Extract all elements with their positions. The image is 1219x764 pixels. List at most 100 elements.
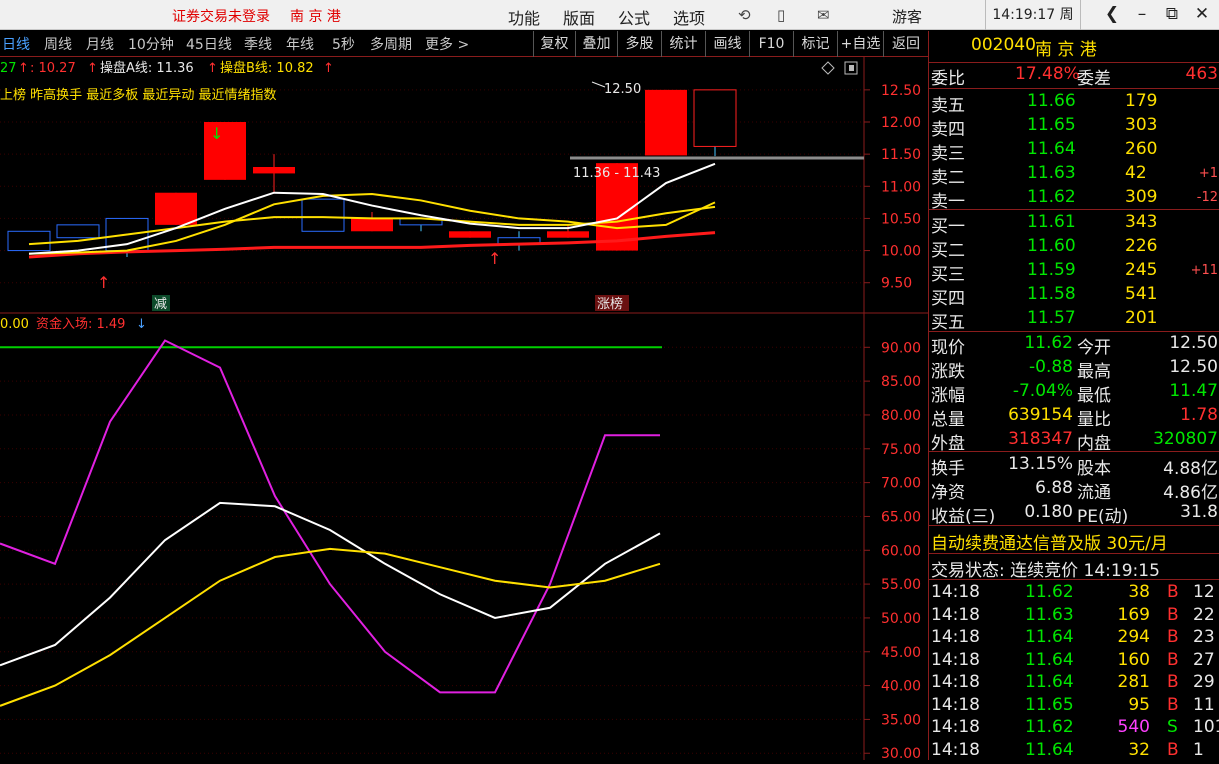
- fund-label: 换手: [931, 459, 965, 479]
- tick-price: 11.62: [1025, 717, 1074, 737]
- tab-quarter[interactable]: 季线: [244, 34, 272, 54]
- bid-price: 11.57: [1027, 308, 1076, 328]
- fund-value: 6.88: [1035, 478, 1073, 498]
- tick-volume: 160: [1117, 649, 1150, 670]
- bid-row: 买五 11.57 201: [929, 308, 1219, 333]
- stat-label-2: 最低: [1077, 386, 1111, 406]
- stat-value: -0.88: [1029, 357, 1073, 377]
- fund-label-2: 股本: [1077, 459, 1111, 479]
- osc-value: 0.00: [0, 317, 29, 332]
- tab-monthly[interactable]: 月线: [86, 34, 114, 54]
- ask-row: 卖一 11.62 309 -12: [929, 187, 1219, 212]
- tab-weekly[interactable]: 周线: [44, 34, 72, 54]
- tab-10min[interactable]: 10分钟: [128, 34, 174, 54]
- tool-f10[interactable]: F10: [749, 31, 793, 57]
- close-icon[interactable]: ✕: [1190, 4, 1214, 24]
- title-bar: 证券交易未登录 南 京 港 功能 版面 公式 选项 ⟲ ▯ ✉ 游客 14:19…: [0, 0, 1219, 53]
- osc-tick-label: 30.00: [881, 746, 921, 760]
- tab-more[interactable]: 更多 >: [425, 34, 469, 54]
- fund-value: 13.15%: [1008, 454, 1073, 474]
- tool-adjust[interactable]: 复权: [533, 31, 575, 57]
- bid-label: 买二: [931, 241, 965, 261]
- price-tick-label: 12.50: [881, 83, 921, 99]
- osc-yellow-line: [0, 547, 661, 707]
- menu-function[interactable]: 功能: [508, 5, 540, 29]
- tick-price: 11.64: [1025, 739, 1074, 760]
- refresh-icon[interactable]: ⟲: [738, 6, 751, 24]
- tick-count: 12: [1193, 582, 1215, 602]
- fund-row: 净资 6.88 流通 4.86亿: [929, 478, 1219, 503]
- ind-line-b-arrow: ↑: [323, 61, 334, 76]
- tick-time: 14:18: [931, 604, 980, 625]
- fund-value-2: 4.86亿: [1163, 483, 1218, 503]
- tool-overlay[interactable]: 叠加: [575, 31, 617, 57]
- tool-mark[interactable]: 标记: [793, 31, 837, 57]
- stat-value: -7.04%: [1012, 381, 1073, 401]
- tool-draw[interactable]: 画线: [705, 31, 749, 57]
- menu-options[interactable]: 选项: [673, 5, 705, 29]
- guest-label[interactable]: 游客: [892, 6, 922, 27]
- tick-side: B: [1167, 604, 1179, 625]
- bid-row: 买一 11.61 343: [929, 212, 1219, 237]
- tool-add-watchlist[interactable]: +自选: [837, 31, 883, 57]
- tab-multi-period[interactable]: 多周期: [370, 34, 412, 54]
- tab-daily[interactable]: 日线: [2, 34, 30, 54]
- tick-price: 11.63: [1025, 604, 1074, 625]
- kline-chart[interactable]: 27 ↑ : 10.27 ↑ 操盘A线: 11.36 ↑ 操盘B线: 10.82…: [0, 57, 928, 760]
- restore-icon[interactable]: ⧉: [1160, 4, 1184, 24]
- stat-row: 涨跌 -0.88 最高 12.50: [929, 357, 1219, 382]
- bid-change: +11: [1190, 263, 1218, 278]
- bid-price: 11.59: [1027, 260, 1076, 280]
- price-tick-label: 11.50: [881, 147, 921, 163]
- tick-time: 14:18: [931, 717, 980, 737]
- tick-side: B: [1167, 739, 1179, 760]
- stock-name: 南 京 港: [1035, 40, 1097, 60]
- tool-back[interactable]: 返回: [883, 31, 928, 57]
- osc-tick-label: 50.00: [881, 611, 921, 627]
- tick-row[interactable]: 14:18 11.64 281 B 29: [929, 672, 1219, 696]
- ask-label: 卖五: [931, 96, 965, 116]
- stat-value-2: 11.47: [1169, 381, 1218, 401]
- tab-5sec[interactable]: 5秒: [332, 34, 355, 54]
- bid-volume: 226: [1125, 236, 1158, 256]
- tool-stats[interactable]: 统计: [661, 31, 705, 57]
- menu-formula[interactable]: 公式: [618, 5, 650, 29]
- tick-row[interactable]: 14:18 11.64 160 B 27: [929, 650, 1219, 674]
- stat-row: 现价 11.62 今开 12.50: [929, 333, 1219, 358]
- buy-arrow-icon: ↑: [97, 273, 110, 292]
- tick-row[interactable]: 14:18 11.63 169 B 22: [929, 605, 1219, 629]
- price-tick-label: 11.00: [881, 179, 921, 195]
- window-stock-name: 南 京 港: [290, 9, 341, 25]
- promo-ad[interactable]: 自动续费通达信普及版 30元/月: [931, 529, 1168, 554]
- tab-yearly[interactable]: 年线: [286, 34, 314, 54]
- menu-layout[interactable]: 版面: [563, 5, 595, 29]
- candle: [351, 218, 393, 232]
- candle: [301, 198, 345, 232]
- layout-icon[interactable]: [844, 61, 858, 75]
- tick-time: 14:18: [931, 649, 980, 670]
- back-icon[interactable]: ❮: [1100, 4, 1124, 24]
- stat-value-2: 1.78: [1180, 405, 1218, 425]
- tab-45day[interactable]: 45日线: [186, 34, 232, 54]
- tick-count: 27: [1193, 649, 1215, 670]
- ask-volume: 303: [1125, 115, 1158, 135]
- tick-row[interactable]: 14:18 11.65 95 B 11: [929, 695, 1219, 719]
- tick-row[interactable]: 14:18 11.62 540 S 101: [929, 717, 1219, 741]
- tick-row[interactable]: 14:18 11.62 38 B 12: [929, 582, 1219, 606]
- period-toolbar: 日线 周线 月线 10分钟 45日线 季线 年线 5秒 多周期 更多 > 复权 …: [0, 31, 928, 57]
- tick-side: B: [1167, 627, 1179, 647]
- tick-row[interactable]: 14:18 11.64 294 B 23: [929, 627, 1219, 651]
- tool-multi-stock[interactable]: 多股: [617, 31, 661, 57]
- tick-time: 14:18: [931, 672, 980, 692]
- ask-volume: 309: [1125, 187, 1158, 207]
- phone-icon[interactable]: ▯: [777, 6, 785, 24]
- minimize-icon[interactable]: –: [1130, 4, 1154, 24]
- mail-icon[interactable]: ✉: [817, 6, 830, 24]
- osc-tick-label: 85.00: [881, 374, 921, 390]
- account-status[interactable]: 证券交易未登录: [172, 6, 270, 26]
- osc-tick-label: 35.00: [881, 712, 921, 728]
- tick-side: B: [1167, 649, 1179, 670]
- price-tick-label: 10.50: [881, 211, 921, 227]
- stat-label: 涨幅: [931, 386, 965, 406]
- diamond-icon[interactable]: [821, 61, 835, 75]
